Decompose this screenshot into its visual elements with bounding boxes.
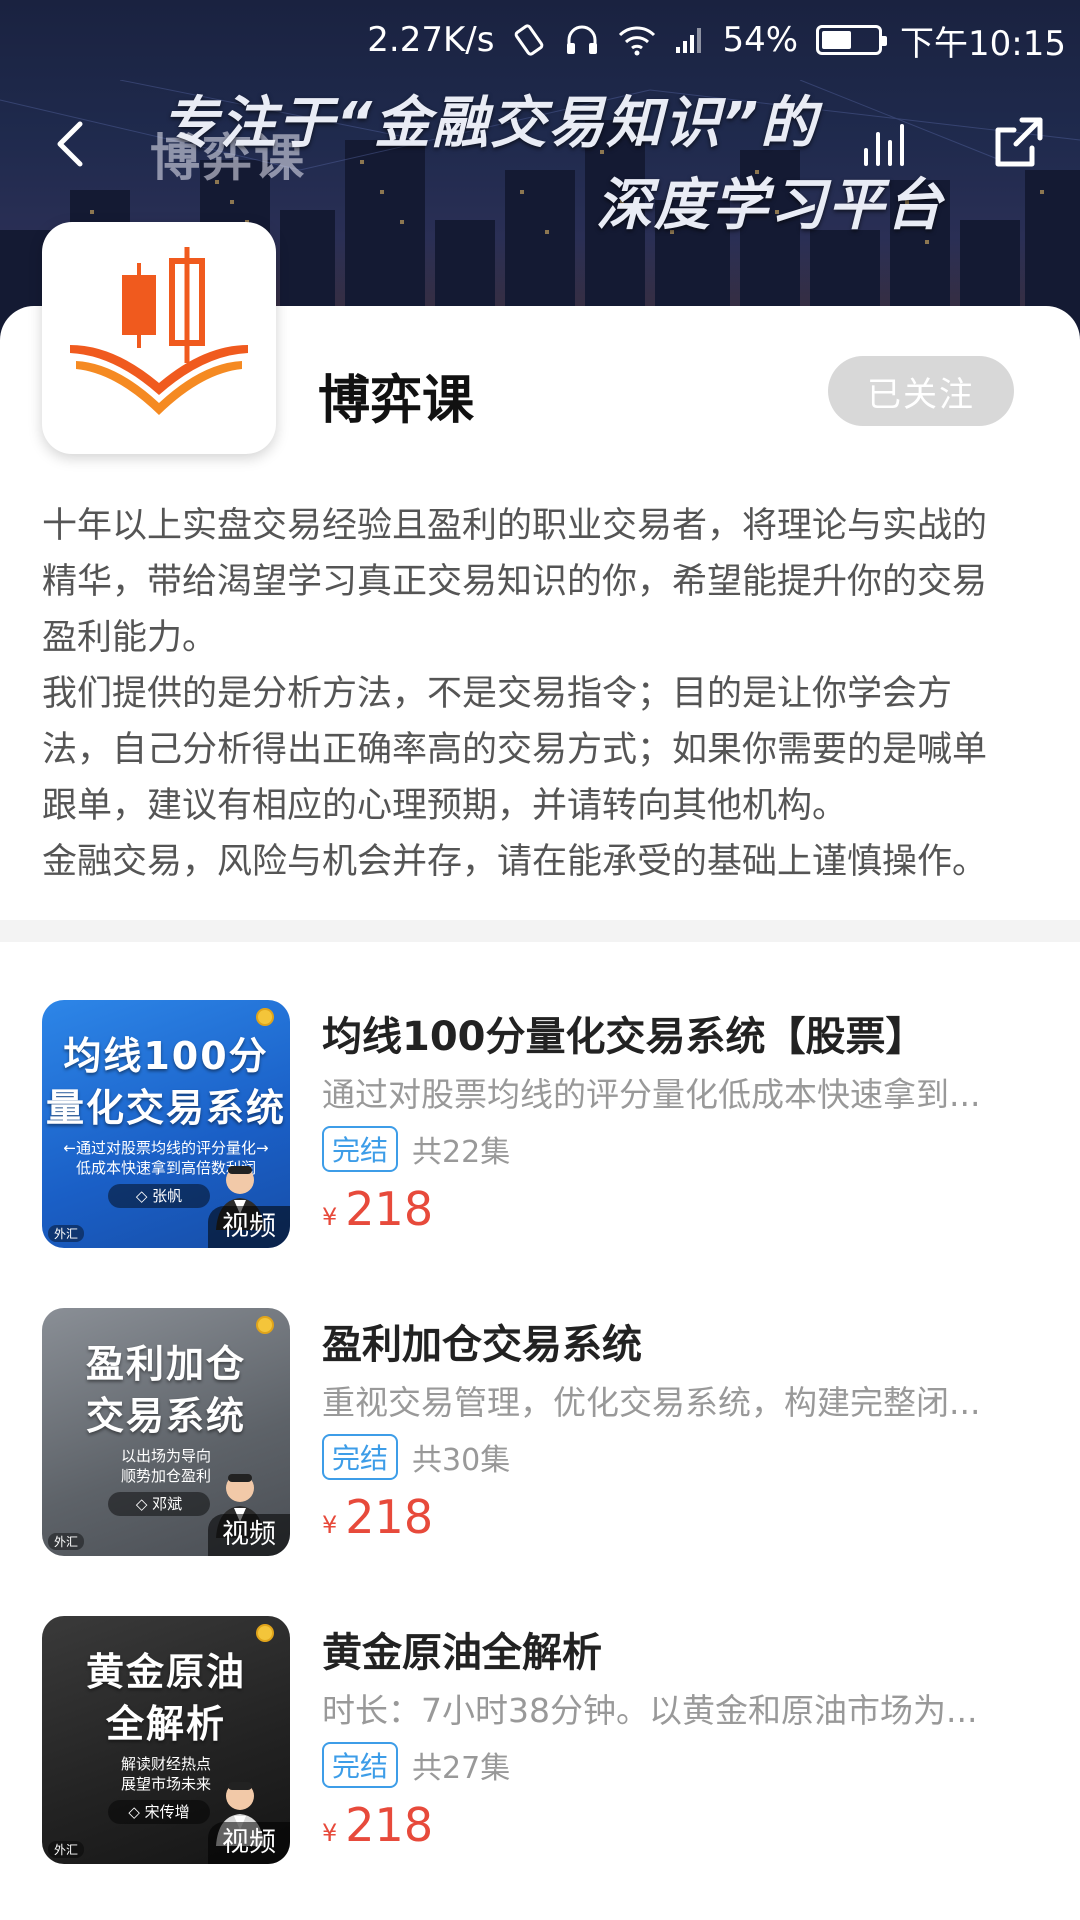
price-value: 218 bbox=[345, 1798, 434, 1852]
clock: 下午10:15 bbox=[900, 23, 1066, 64]
status-badge: 完结 bbox=[322, 1434, 399, 1480]
thumbnail-title-line1: 黄金原油 bbox=[85, 1650, 246, 1694]
description-line: 金融交易，风险与机会并存，请在能承受的基础上谨慎操作。 bbox=[42, 842, 988, 882]
episode-count: 共22集 bbox=[412, 1135, 511, 1170]
thumbnail-teacher: ◇ 邓斌 bbox=[108, 1492, 210, 1516]
network-speed: 2.27K/s bbox=[367, 20, 495, 60]
coin-icon bbox=[256, 1008, 274, 1026]
thumbnail-title-line2: 交易系统 bbox=[85, 1394, 246, 1438]
thumbnail-sub-line1: 以出场为导向 bbox=[120, 1447, 211, 1465]
course-description: 重视交易管理，优化交易系统，构建完整闭... bbox=[322, 1383, 981, 1422]
book-candlestick-logo-icon bbox=[70, 247, 248, 415]
course-meta: 完结 共22集 bbox=[322, 1126, 510, 1172]
stats-button[interactable] bbox=[856, 112, 918, 174]
coin-icon bbox=[256, 1316, 274, 1334]
description-line: 十年以上实盘交易经验且盈利的职业交易者，将理论与实战的 bbox=[42, 506, 988, 546]
thumbnail-title-line1: 均线100分 bbox=[63, 1034, 269, 1078]
rotate-lock-icon bbox=[512, 23, 546, 57]
chevron-left-icon bbox=[57, 121, 83, 167]
price-value: 218 bbox=[345, 1182, 434, 1236]
course-title: 均线100分量化交易系统【股票】 bbox=[322, 1014, 926, 1060]
channel-description: 十年以上实盘交易经验且盈利的职业交易者，将理论与实战的 精华，带给渴望学习真正交… bbox=[42, 498, 1080, 890]
thumbnail-title-line2: 全解析 bbox=[105, 1702, 226, 1746]
back-button[interactable] bbox=[40, 112, 104, 176]
currency-symbol: ¥ bbox=[322, 1819, 338, 1847]
course-price: ¥ 218 bbox=[322, 1490, 433, 1544]
course-price: ¥ 218 bbox=[322, 1182, 433, 1236]
course-thumbnail[interactable]: 盈利加仓 交易系统 以出场为导向 顺势加仓盈利 ◇ 邓斌 外汇 视频 bbox=[42, 1308, 290, 1556]
headphones-icon bbox=[564, 23, 600, 57]
thumbnail-title-line1: 盈利加仓 bbox=[85, 1342, 246, 1386]
episode-count: 共30集 bbox=[412, 1443, 511, 1478]
course-item[interactable]: 盈利加仓 交易系统 以出场为导向 顺势加仓盈利 ◇ 邓斌 外汇 视频 盈利加仓交… bbox=[0, 1308, 1080, 1560]
thumbnail-sub-line1: ←通过对股票均线的评分量化→ bbox=[63, 1139, 269, 1157]
description-line: 我们提供的是分析方法，不是交易指令；目的是让你学会方 bbox=[42, 674, 953, 714]
status-bar: 2.27K/s 54% 下午10:15 bbox=[0, 0, 1080, 80]
thumbnail-title-line2: 量化交易系统 bbox=[45, 1086, 286, 1130]
status-badge: 完结 bbox=[322, 1126, 399, 1172]
course-item[interactable]: 黄金原油 全解析 解读财经热点 展望市场未来 ◇ 宋传增 外汇 视频 黄金原油全… bbox=[0, 1616, 1080, 1868]
description-line: 精华，带给渴望学习真正交易知识的你，希望能提升你的交易 bbox=[42, 562, 988, 602]
description-line: 法，自己分析得出正确率高的交易方式；如果你需要的是喊单 bbox=[42, 730, 988, 770]
currency-symbol: ¥ bbox=[322, 1511, 338, 1539]
course-title: 黄金原油全解析 bbox=[322, 1630, 602, 1676]
thumbnail-sub-line1: 解读财经热点 bbox=[120, 1755, 211, 1773]
coin-icon bbox=[256, 1624, 274, 1642]
status-badge: 完结 bbox=[322, 1742, 399, 1788]
course-meta: 完结 共27集 bbox=[322, 1742, 510, 1788]
course-thumbnail[interactable]: 黄金原油 全解析 解读财经热点 展望市场未来 ◇ 宋传增 外汇 视频 bbox=[42, 1616, 290, 1864]
course-price: ¥ 218 bbox=[322, 1798, 433, 1852]
channel-name: 博弈课 bbox=[318, 371, 475, 431]
battery-icon bbox=[816, 25, 888, 55]
thumbnail-market-badge: 外汇 bbox=[48, 1225, 85, 1242]
episode-count: 共27集 bbox=[412, 1751, 511, 1786]
channel-logo[interactable] bbox=[42, 222, 276, 454]
course-description: 时长：7小时38分钟。以黄金和原油市场为... bbox=[322, 1691, 978, 1730]
cell-signal-icon bbox=[674, 25, 704, 55]
thumbnail-market-badge: 外汇 bbox=[48, 1533, 85, 1550]
media-type-tag: 视频 bbox=[208, 1822, 290, 1864]
description-line: 盈利能力。 bbox=[42, 618, 218, 658]
course-meta: 完结 共30集 bbox=[322, 1434, 510, 1480]
follow-button[interactable]: 已关注 bbox=[828, 356, 1014, 426]
wifi-icon bbox=[618, 24, 656, 56]
share-external-icon bbox=[995, 117, 1043, 167]
thumbnail-market-badge: 外汇 bbox=[48, 1841, 85, 1858]
section-divider bbox=[0, 920, 1080, 942]
thumbnail-teacher: ◇ 张帆 bbox=[108, 1184, 210, 1208]
description-line: 跟单，建议有相应的心理预期，并请转向其他机构。 bbox=[42, 786, 848, 826]
course-title: 盈利加仓交易系统 bbox=[322, 1322, 642, 1368]
media-type-tag: 视频 bbox=[208, 1206, 290, 1248]
banner-slogan-line1: 专注于“金融交易知识”的 bbox=[162, 91, 819, 156]
top-actions bbox=[856, 112, 1050, 174]
share-button[interactable] bbox=[988, 112, 1050, 174]
course-description: 通过对股票均线的评分量化低成本快速拿到... bbox=[322, 1075, 981, 1114]
bar-chart-icon bbox=[864, 124, 904, 166]
currency-symbol: ¥ bbox=[322, 1203, 338, 1231]
course-item[interactable]: 均线100分 量化交易系统 ←通过对股票均线的评分量化→ 低成本快速拿到高倍数利… bbox=[0, 1000, 1080, 1252]
price-value: 218 bbox=[345, 1490, 434, 1544]
course-thumbnail[interactable]: 均线100分 量化交易系统 ←通过对股票均线的评分量化→ 低成本快速拿到高倍数利… bbox=[42, 1000, 290, 1248]
battery-percent: 54% bbox=[722, 20, 799, 60]
media-type-tag: 视频 bbox=[208, 1514, 290, 1556]
thumbnail-teacher: ◇ 宋传增 bbox=[108, 1800, 210, 1824]
